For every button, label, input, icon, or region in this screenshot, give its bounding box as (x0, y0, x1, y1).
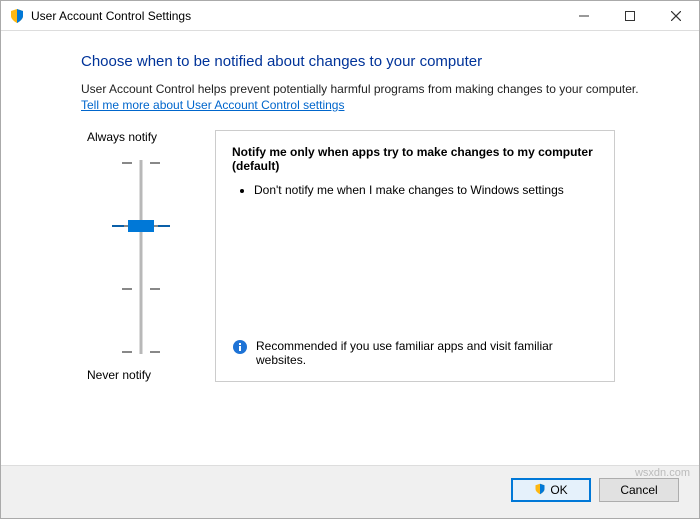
page-heading: Choose when to be notified about changes… (81, 53, 669, 70)
window-controls (561, 1, 699, 30)
uac-settings-window: User Account Control Settings Choose whe… (0, 0, 700, 519)
page-subtext: User Account Control helps prevent poten… (81, 82, 669, 96)
recommendation-row: Recommended if you use familiar apps and… (232, 339, 598, 367)
shield-icon (534, 483, 546, 498)
ok-button-label: OK (550, 483, 567, 497)
description-title: Notify me only when apps try to make cha… (232, 145, 598, 173)
cancel-button-label: Cancel (620, 483, 657, 497)
shield-icon (9, 8, 25, 24)
slider-top-label: Always notify (87, 130, 157, 144)
slider-thumb[interactable] (128, 220, 154, 232)
info-icon (232, 339, 248, 355)
titlebar: User Account Control Settings (1, 1, 699, 31)
slider-column: Always notify Never notify (81, 130, 201, 382)
content-area: Choose when to be notified about changes… (1, 31, 699, 465)
close-button[interactable] (653, 1, 699, 30)
notification-slider[interactable] (111, 152, 171, 362)
slider-bottom-label: Never notify (87, 368, 151, 382)
slider-tick (122, 351, 160, 353)
slider-tick (122, 162, 160, 164)
cancel-button[interactable]: Cancel (599, 478, 679, 502)
slider-tick (122, 288, 160, 290)
dialog-footer: OK Cancel (1, 465, 699, 518)
description-list: Don't notify me when I make changes to W… (232, 183, 598, 339)
ok-button[interactable]: OK (511, 478, 591, 502)
description-bullet: Don't notify me when I make changes to W… (254, 183, 598, 197)
window-title: User Account Control Settings (31, 9, 561, 23)
slider-area: Always notify Never notify Notify me onl… (81, 130, 669, 382)
slider-track (140, 160, 143, 354)
recommendation-text: Recommended if you use familiar apps and… (256, 339, 598, 367)
maximize-button[interactable] (607, 1, 653, 30)
watermark: wsxdn.com (635, 467, 690, 479)
learn-more-link[interactable]: Tell me more about User Account Control … (81, 98, 344, 112)
description-panel: Notify me only when apps try to make cha… (215, 130, 615, 382)
minimize-button[interactable] (561, 1, 607, 30)
